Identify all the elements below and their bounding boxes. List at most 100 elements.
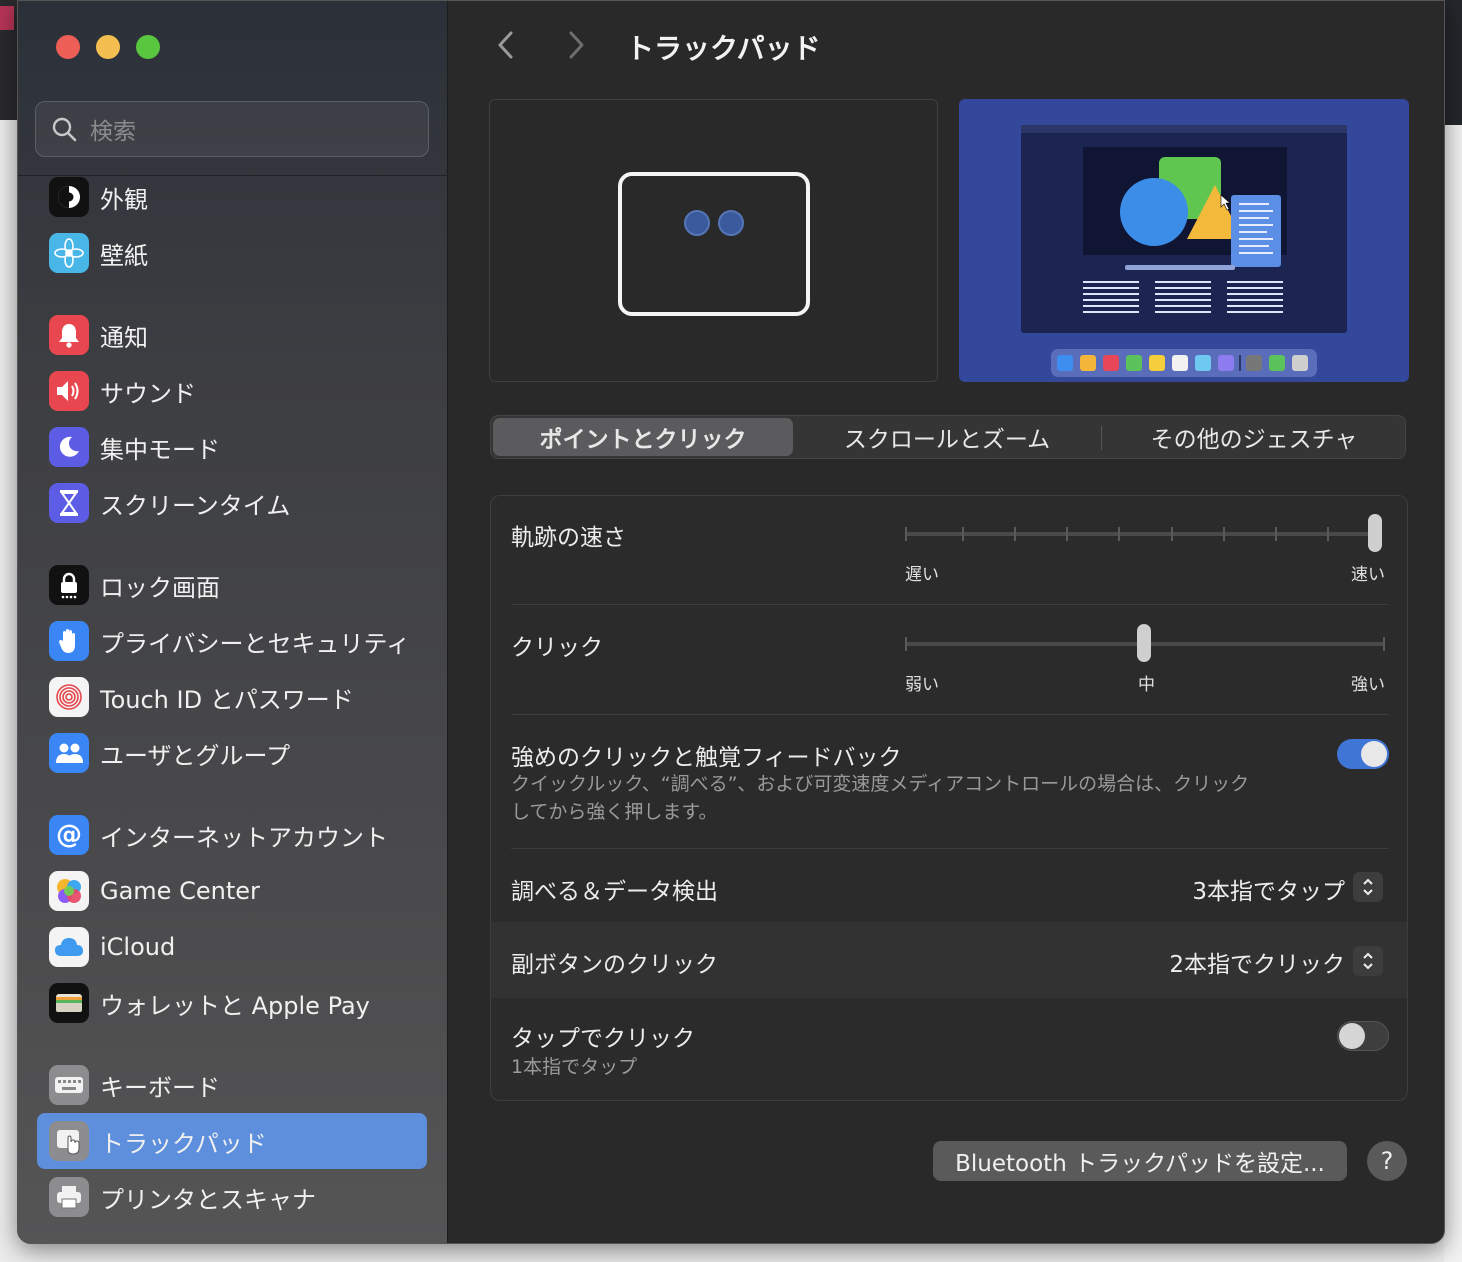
trackpad-icon — [49, 1121, 89, 1161]
tracking-speed-label: 軌跡の速さ — [511, 525, 626, 551]
wallet-icon — [49, 983, 89, 1023]
search-field[interactable]: 検索 — [35, 101, 429, 157]
click-label: クリック — [511, 635, 603, 661]
slider-track — [905, 532, 1375, 536]
slider-tick — [905, 527, 907, 541]
slider-min-label: 遅い — [905, 565, 939, 585]
finger-dot — [684, 210, 710, 236]
tab-point-and-click[interactable]: ポイントとクリック — [493, 418, 793, 456]
toggle-knob — [1339, 1023, 1365, 1049]
sidebar: 検索 外観 壁紙 通知 サウンド 集中モード スクリーンタイム ロック画面 プラ… — [18, 1, 448, 1243]
sidebar-item-label: プライバシーとセキュリティ — [100, 629, 411, 658]
fingerprint-icon — [49, 677, 89, 717]
slider-tick — [1327, 527, 1329, 541]
help-button[interactable]: ? — [1367, 1141, 1407, 1181]
finger-dot — [718, 210, 744, 236]
search-icon — [52, 117, 77, 142]
sidebar-item-label: ウォレットと Apple Pay — [100, 991, 370, 1020]
tracking-speed-slider[interactable] — [905, 514, 1389, 556]
sidebar-item-label: インターネットアカウント — [100, 823, 388, 852]
slider-tick — [962, 527, 964, 541]
lookup-stepper[interactable] — [1353, 872, 1383, 902]
sidebar-item-icloud[interactable]: iCloud — [37, 919, 427, 975]
lookup-popup-value[interactable]: 3本指でタップ — [1192, 872, 1345, 906]
forward-arrow-icon[interactable] — [561, 27, 591, 63]
sidebar-item-label: トラックパッド — [100, 1129, 267, 1158]
click-pressure-slider[interactable] — [905, 624, 1389, 666]
users-icon — [49, 733, 89, 773]
hourglass-icon — [49, 483, 89, 523]
sidebar-item-label: iCloud — [100, 933, 176, 961]
slider-tick — [1383, 637, 1385, 651]
gesture-preview-trackpad — [489, 99, 938, 382]
sidebar-item-game-center[interactable]: Game Center — [37, 863, 427, 919]
slider-tick — [1223, 527, 1225, 541]
sidebar-item-printers[interactable]: プリンタとスキャナ — [37, 1169, 427, 1225]
sidebar-item-keyboard[interactable]: キーボード — [37, 1057, 427, 1113]
sidebar-item-privacy[interactable]: プライバシーとセキュリティ — [37, 613, 427, 669]
keyboard-icon — [49, 1065, 89, 1105]
slider-tick — [1275, 527, 1277, 541]
row-divider — [511, 848, 1389, 849]
sidebar-item-internet-accounts[interactable]: @ インターネットアカウント — [37, 807, 427, 863]
search-placeholder: 検索 — [90, 119, 136, 145]
tab-divider — [1101, 426, 1102, 450]
secondary-click-stepper[interactable] — [1353, 946, 1383, 976]
sidebar-item-label: 外観 — [100, 185, 148, 214]
slider-knob[interactable] — [1368, 514, 1382, 552]
sidebar-item-trackpad[interactable]: トラックパッド — [37, 1113, 427, 1169]
slider-max-label: 速い — [1351, 565, 1385, 585]
sidebar-item-label: Game Center — [100, 877, 260, 905]
force-click-toggle[interactable] — [1337, 739, 1389, 769]
slider-knob[interactable] — [1137, 624, 1151, 662]
slider-tick — [1014, 527, 1016, 541]
main-pane: トラックパッド ポイントとクリック スクロールとズーム その他のジェスチャ 軌跡… — [449, 1, 1444, 1243]
tap-to-click-toggle[interactable] — [1337, 1021, 1389, 1051]
tab-scroll-and-zoom[interactable]: スクロールとズーム — [795, 418, 1099, 456]
force-click-description-line1: クイックルック、“調べる”、および可変速度メディアコントロールの場合は、クリック — [511, 773, 1250, 795]
slider-min-label: 弱い — [905, 675, 939, 695]
slider-mid-label: 中 — [1138, 675, 1155, 695]
row-divider — [511, 604, 1389, 605]
screen-illustration — [1021, 125, 1347, 377]
sidebar-item-sound[interactable]: サウンド — [37, 363, 427, 419]
slider-tick — [1118, 527, 1120, 541]
sidebar-item-screen-time[interactable]: スクリーンタイム — [37, 475, 427, 531]
tap-to-click-label: タップでクリック — [511, 1026, 695, 1052]
trackpad-illustration — [618, 172, 810, 316]
zoom-button[interactable] — [136, 35, 160, 59]
moon-icon — [49, 427, 89, 467]
settings-window: 検索 外観 壁紙 通知 サウンド 集中モード スクリーンタイム ロック画面 プラ… — [17, 0, 1445, 1244]
force-click-description-line2: してから強く押します。 — [511, 801, 718, 823]
sidebar-item-notifications[interactable]: 通知 — [37, 307, 427, 363]
sidebar-item-appearance[interactable]: 外観 — [37, 169, 427, 225]
sidebar-item-label: 壁紙 — [100, 241, 148, 270]
sidebar-item-lock-screen[interactable]: ロック画面 — [37, 557, 427, 613]
sidebar-item-label: スクリーンタイム — [100, 491, 291, 520]
tab-more-gestures[interactable]: その他のジェスチャ — [1103, 418, 1405, 456]
back-arrow-icon[interactable] — [491, 27, 521, 63]
lookup-label: 調べる＆データ検出 — [511, 879, 718, 905]
tab-bar: ポイントとクリック スクロールとズーム その他のジェスチャ — [490, 415, 1406, 459]
background-app-red-tab — [0, 6, 14, 30]
secondary-click-popup-value[interactable]: 2本指でクリック — [1169, 945, 1345, 979]
sidebar-item-wallpaper[interactable]: 壁紙 — [37, 225, 427, 281]
page-title: トラックパッド — [626, 32, 821, 65]
sidebar-item-touch-id[interactable]: Touch ID とパスワード — [37, 669, 427, 725]
sidebar-item-users[interactable]: ユーザとグループ — [37, 725, 427, 781]
sidebar-item-label: Touch ID とパスワード — [100, 685, 354, 714]
sidebar-item-label: ロック画面 — [100, 573, 220, 602]
slider-max-label: 強い — [1351, 675, 1385, 695]
close-button[interactable] — [56, 35, 80, 59]
sidebar-item-label: ユーザとグループ — [100, 741, 291, 770]
setup-bluetooth-trackpad-button[interactable]: Bluetooth トラックパッドを設定... — [933, 1141, 1347, 1181]
secondary-click-label: 副ボタンのクリック — [511, 952, 718, 978]
sidebar-item-wallet[interactable]: ウォレットと Apple Pay — [37, 975, 427, 1031]
sidebar-item-label: サウンド — [100, 379, 196, 408]
force-click-label: 強めのクリックと触覚フィードバック — [511, 745, 902, 771]
sidebar-item-label: プリンタとスキャナ — [100, 1185, 316, 1214]
minimize-button[interactable] — [96, 35, 120, 59]
printer-icon — [49, 1177, 89, 1217]
sidebar-item-focus[interactable]: 集中モード — [37, 419, 427, 475]
appearance-icon — [49, 177, 89, 217]
